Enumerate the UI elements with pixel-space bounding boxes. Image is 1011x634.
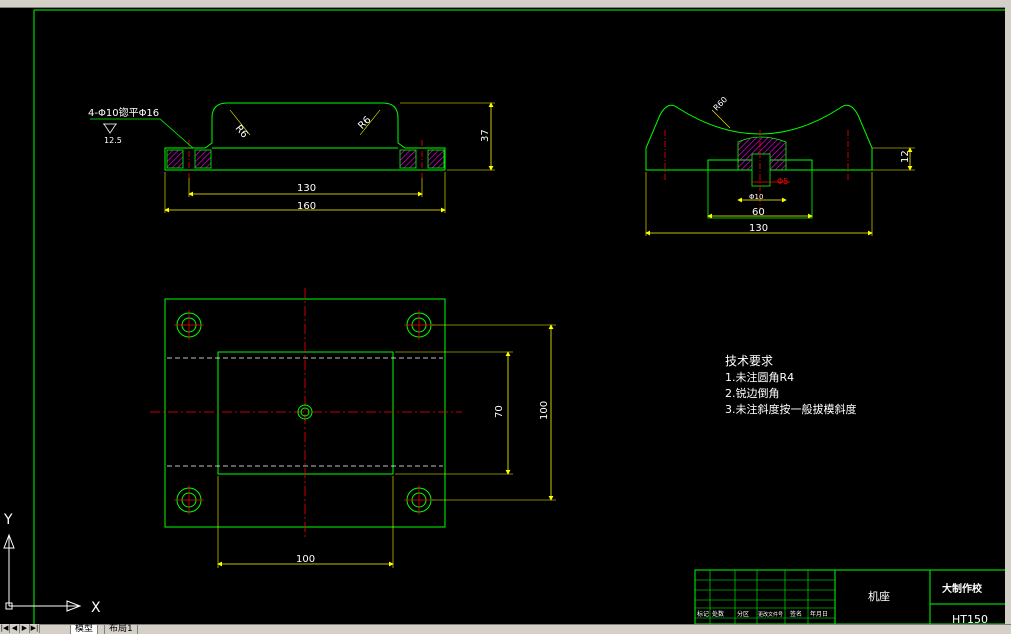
first-tab-button[interactable]: |◀ [0,624,10,633]
dim-text-phi10: Φ10 [749,193,763,201]
dim-text-70: 70 [494,405,505,418]
hole-callout-text: 4-Φ10锪平Φ16 [88,106,159,119]
tech-requirements-title: 技术要求 [725,354,773,368]
section-hatch-left [166,149,184,169]
ucs-y-label: Y [3,512,13,528]
part-name: 机座 [868,589,890,603]
tech-requirement-item: 2.锐边倒角 [725,386,780,400]
title-block-header: 标记 [697,610,709,618]
ucs-icon: Y X [3,512,101,616]
dim-text-37: 37 [480,129,491,142]
dim-text-130-side: 130 [749,223,768,234]
dim-text-12: 12 [900,150,911,163]
radius-label-r60: R60 [712,95,730,113]
slot-outline [217,351,394,475]
radius-label-right: R6 [356,115,373,132]
title-block: 标记 处数 分区 更改文件号 签名 年月日 机座 大制作校 HT150 [694,569,1008,626]
vertical-scrollbar[interactable] [1005,7,1011,625]
title-block-header: 更改文件号 [758,611,783,618]
dim-text-100-vertical: 100 [539,401,550,420]
title-block-header: 分区 [737,610,749,618]
top-view: 70 100 100 [150,288,556,568]
tech-requirements: 技术要求 1.未注圆角R4 2.锐边倒角 3.未注斜度按一般拔模斜度 [725,354,857,416]
radius-label-left: R6 [233,123,250,140]
mounting-hole [174,310,204,340]
last-tab-button[interactable]: ▶| [30,624,40,633]
side-view: R60 12 Φ5 Φ10 60 130 [645,95,915,236]
ucs-x-label: X [91,600,101,616]
mounting-hole [404,485,434,515]
dim-text-160: 160 [297,201,316,212]
front-view: 4-Φ10锪平Φ16 12.5 R6 R6 37 130 160 [88,102,495,213]
prev-tab-button[interactable]: ◀ [10,624,20,633]
mounting-hole [404,310,434,340]
section-hatch-right-2 [427,149,445,169]
drawing-canvas[interactable]: 4-Φ10锪平Φ16 12.5 R6 R6 37 130 160 R60 12 … [0,0,1011,633]
roughness-symbol [103,123,117,134]
tech-requirement-item: 3.未注斜度按一般拔模斜度 [725,402,857,416]
mounting-hole [174,485,204,515]
title-block-header: 处数 [712,610,724,618]
roughness-value: 12.5 [104,136,122,145]
dim-text-130: 130 [297,183,316,194]
section-hatch-left-2 [194,149,212,169]
dim-text-phi5: Φ5 [777,177,788,186]
title-block-header: 年月日 [810,610,828,618]
next-tab-button[interactable]: ▶ [20,624,30,633]
school-name: 大制作校 [942,582,983,595]
title-block-header: 签名 [790,610,802,618]
dim-text-100-horizontal: 100 [296,554,315,565]
dim-text-60: 60 [752,207,765,218]
section-hatch-right [399,149,417,169]
tech-requirement-item: 1.未注圆角R4 [725,370,794,384]
bore-hole [751,153,771,187]
